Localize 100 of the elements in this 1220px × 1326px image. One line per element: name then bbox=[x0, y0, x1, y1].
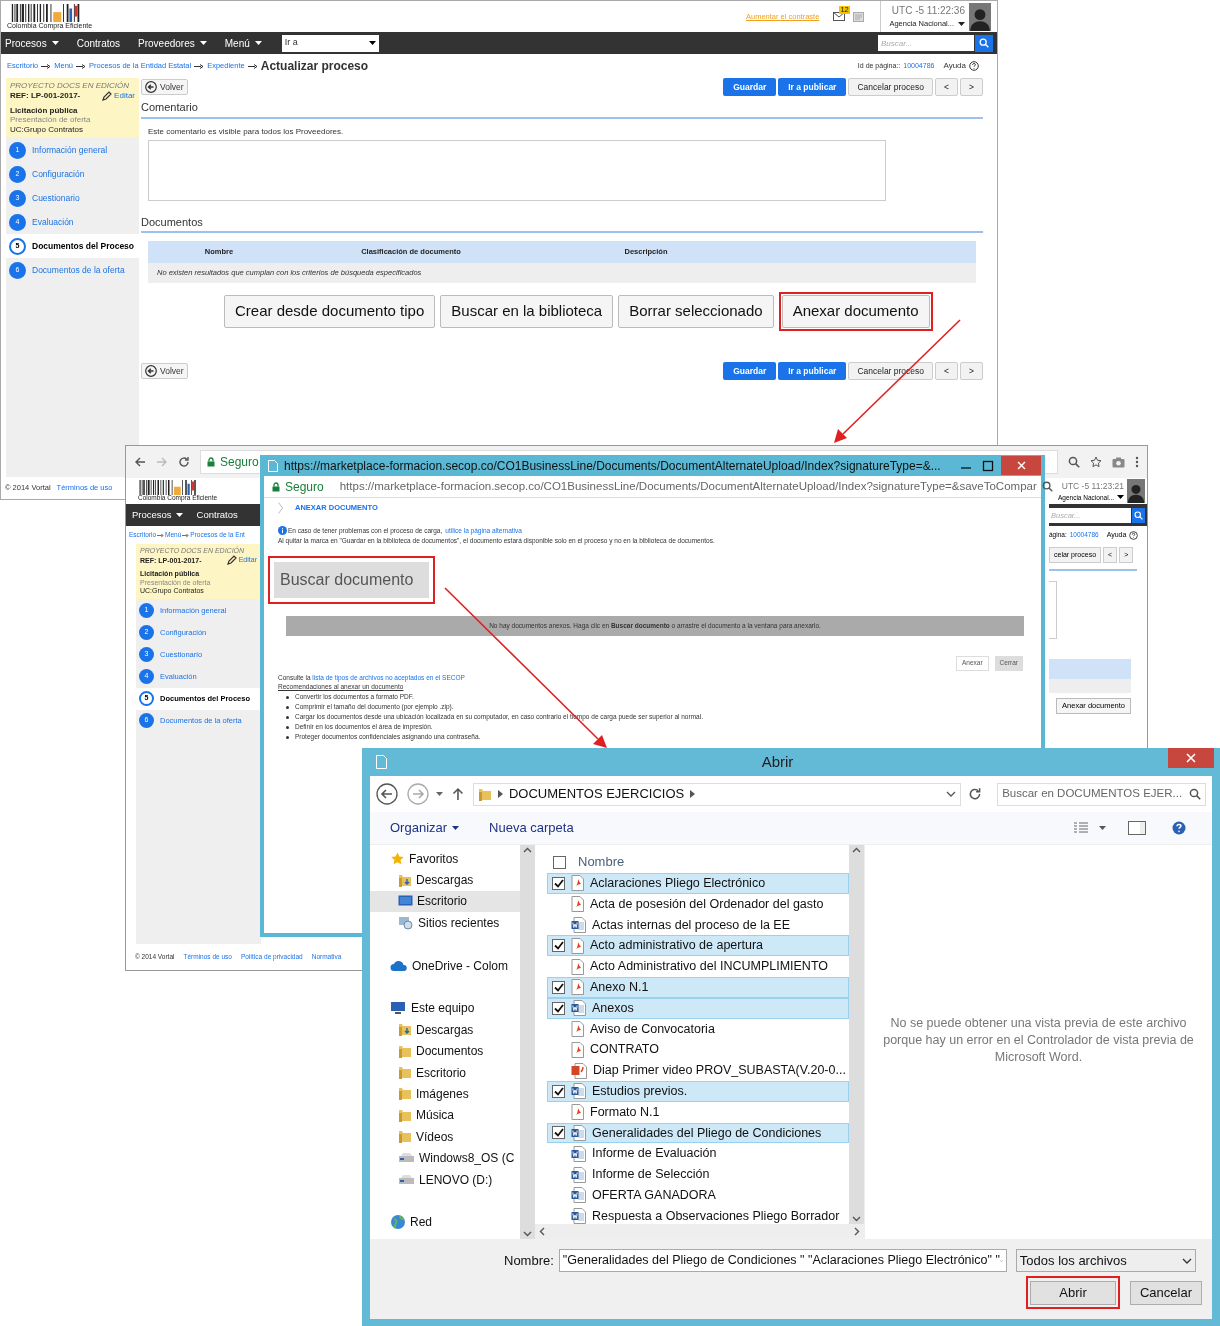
checkmark-icon bbox=[553, 1086, 564, 1096]
word-file-icon bbox=[571, 1000, 586, 1017]
caret-icon bbox=[946, 791, 957, 797]
back-icon[interactable] bbox=[134, 456, 146, 468]
file-row[interactable]: Formato N.1 bbox=[547, 1101, 849, 1123]
nav-menu[interactable]: Contratos bbox=[76, 35, 121, 51]
action-button[interactable]: Cancelar proceso bbox=[848, 78, 934, 96]
document-action-button[interactable]: Buscar en la biblioteca bbox=[440, 295, 614, 328]
navigation-tree-item[interactable]: Descargas bbox=[370, 1019, 520, 1041]
search-button[interactable] bbox=[1132, 507, 1145, 523]
checkbox[interactable] bbox=[552, 876, 565, 890]
checkbox[interactable] bbox=[552, 1084, 565, 1098]
action-button[interactable]: < bbox=[935, 78, 959, 96]
back-icon[interactable] bbox=[376, 783, 398, 805]
navigation-tree-item[interactable]: Documentos bbox=[370, 1040, 520, 1062]
action-button[interactable]: < bbox=[935, 362, 959, 380]
nav-menu[interactable]: Procesos bbox=[5, 35, 59, 51]
action-button[interactable]: > bbox=[960, 78, 983, 96]
navigation-tree-item[interactable]: Favoritos bbox=[370, 848, 520, 870]
reload-icon[interactable] bbox=[178, 456, 190, 468]
lock-icon bbox=[207, 457, 215, 467]
file-name: Formato N.1 bbox=[590, 1103, 660, 1121]
action-button[interactable]: Guardar bbox=[723, 362, 777, 380]
chevron-icon bbox=[690, 790, 696, 798]
help-link[interactable]: Ayuda bbox=[943, 60, 966, 72]
menu-icon[interactable] bbox=[1135, 456, 1139, 468]
edit-link[interactable]: Editar bbox=[102, 90, 135, 101]
checkbox[interactable] bbox=[552, 939, 565, 953]
file-row[interactable]: CONTRATO bbox=[547, 1039, 849, 1061]
column-header[interactable]: Nombre bbox=[578, 852, 625, 872]
file-row[interactable]: Diap Primer video PROV_SUBASTA(V.20-0... bbox=[547, 1060, 849, 1081]
navigation-tree-item[interactable]: Música bbox=[370, 1104, 520, 1127]
action-button[interactable]: Guardar bbox=[723, 78, 777, 96]
file-row[interactable]: Acto Administrativo del INCUMPLIMIENTO bbox=[547, 956, 849, 977]
refresh-icon[interactable] bbox=[968, 787, 983, 801]
action-button[interactable]: Ir a publicar bbox=[778, 78, 847, 96]
navigation-tree-item[interactable]: Este equipo bbox=[370, 997, 520, 1020]
goto-select[interactable]: Ir a bbox=[281, 34, 379, 52]
navigation-tree-item[interactable]: Escritorio bbox=[370, 1061, 520, 1084]
address-bar[interactable]: Seguro https://marketplace-formacion.secop.co/CO1BusinessLine/Documents/DocumentAlternateUpload/Index?signatureType=&saveToCompar bbox=[264, 476, 1041, 498]
document-action-button[interactable]: Crear desde documento tipo bbox=[224, 295, 436, 328]
navigation-tree-item[interactable]: Windows8_OS (C bbox=[370, 1147, 520, 1169]
filename-field[interactable]: "Generalidades del Pliego de Condiciones " "Aclaraciones Pliego Electrónico" " bbox=[558, 1249, 1007, 1272]
search-field[interactable]: Buscar... bbox=[878, 35, 974, 51]
file-name: Diap Primer video PROV_SUBASTA(V.20-0... bbox=[593, 1062, 846, 1080]
back-button[interactable]: Volver bbox=[141, 363, 188, 379]
document-action-button[interactable]: Anexar documento bbox=[781, 295, 930, 328]
checkbox[interactable] bbox=[553, 855, 566, 869]
checkbox[interactable] bbox=[552, 1126, 565, 1140]
navigation-tree-item[interactable]: Imágenes bbox=[370, 1083, 520, 1105]
comment-field[interactable] bbox=[148, 139, 886, 201]
up-arrow-icon[interactable] bbox=[452, 787, 464, 801]
pdf-file-icon bbox=[571, 896, 584, 913]
action-button[interactable]: > bbox=[960, 362, 983, 380]
file-type-select[interactable]: Todos los archivos bbox=[1015, 1249, 1196, 1272]
file-row[interactable]: Aviso de Convocatoria bbox=[547, 1018, 849, 1040]
navigation-tree-item[interactable]: Sitios recientes bbox=[370, 912, 520, 934]
navigation-tree-item[interactable]: Descargas bbox=[370, 869, 520, 891]
close-button[interactable] bbox=[1168, 748, 1214, 768]
camera-icon[interactable] bbox=[1112, 456, 1125, 468]
file-row[interactable]: Aclaraciones Pliego Electrónico bbox=[547, 873, 849, 894]
file-row[interactable]: Anexo N.1 bbox=[547, 977, 849, 998]
file-row[interactable]: OFERTA GANADORA bbox=[547, 1184, 849, 1206]
back-button[interactable]: Volver bbox=[141, 79, 188, 95]
dialog-button[interactable]: Cancelar bbox=[1130, 1280, 1202, 1305]
navigation-tree-item[interactable]: Red bbox=[370, 1211, 520, 1234]
checkbox[interactable] bbox=[552, 980, 565, 994]
file-row[interactable]: Acto administrativo de apertura bbox=[547, 935, 849, 957]
navigation-tree-item[interactable]: Escritorio bbox=[370, 890, 520, 913]
organize-menu[interactable]: Organizar bbox=[390, 818, 460, 838]
file-row[interactable]: Anexos bbox=[547, 997, 849, 1019]
search-field[interactable]: Buscar en DOCUMENTOS EJER... bbox=[997, 782, 1206, 806]
nav-menu[interactable]: Procesos bbox=[132, 507, 183, 523]
navigation-tree-item[interactable]: Vídeos bbox=[370, 1126, 520, 1148]
navigation-tree-item[interactable]: LENOVO (D:) bbox=[370, 1168, 520, 1191]
file-row[interactable]: Estudios previos. bbox=[547, 1080, 849, 1102]
checkbox[interactable] bbox=[552, 1001, 565, 1015]
help-icon[interactable] bbox=[1172, 821, 1186, 835]
file-row[interactable]: Informe de Selección bbox=[547, 1164, 849, 1185]
nav-menu[interactable]: Contratos bbox=[196, 507, 238, 523]
navigation-tree-item[interactable]: OneDrive - Colom bbox=[370, 954, 520, 977]
back-arrow-icon bbox=[145, 81, 157, 93]
comment-field[interactable] bbox=[1049, 581, 1057, 639]
preview-pane-icon[interactable] bbox=[1128, 821, 1146, 835]
checkmark-icon bbox=[553, 941, 564, 951]
star-icon[interactable] bbox=[1090, 456, 1102, 468]
new-folder-button[interactable]: Nueva carpeta bbox=[489, 818, 574, 838]
search-document-button[interactable]: Buscar documento bbox=[274, 561, 429, 598]
file-row[interactable]: Generalidades del Pliego de Condiciones bbox=[547, 1122, 849, 1144]
dialog-button[interactable]: Abrir bbox=[1030, 1280, 1116, 1305]
action-button[interactable]: Ir a publicar bbox=[778, 362, 847, 380]
search-button[interactable] bbox=[975, 34, 993, 52]
path-bar[interactable]: DOCUMENTOS EJERCICIOS bbox=[472, 782, 962, 806]
nav-menu[interactable]: Proveedores bbox=[138, 35, 207, 51]
nav-menu[interactable]: Menú bbox=[224, 35, 262, 51]
file-row[interactable]: Respuesta a Observaciones Pliego Borrador bbox=[547, 1205, 849, 1227]
file-row[interactable]: Informe de Evaluación bbox=[547, 1143, 849, 1165]
document-action-button[interactable]: Borrar seleccionado bbox=[618, 295, 774, 328]
file-row[interactable]: Actas internas del proceso de la EE bbox=[547, 914, 849, 936]
file-row[interactable]: Acta de posesión del Ordenador del gasto bbox=[547, 893, 849, 915]
